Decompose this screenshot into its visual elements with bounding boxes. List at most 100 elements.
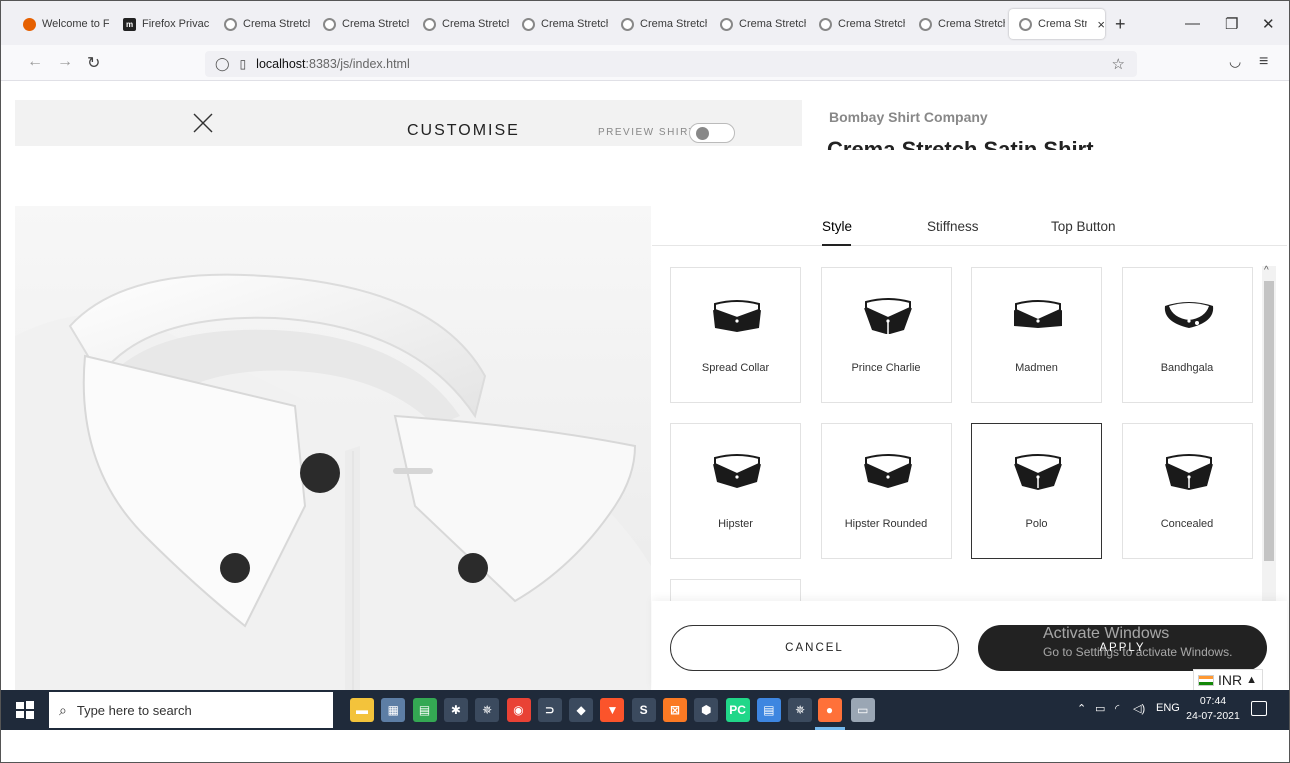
collar-option-label: Hipster Rounded [844,518,928,530]
product-title: Crema Stretch Satin Shirt [827,137,1094,150]
language-indicator[interactable]: ENG [1156,702,1180,714]
sheets-icon[interactable]: ▤ [412,698,437,722]
browser-tab-title: Crema Stretch [541,18,608,30]
new-tab-button[interactable]: + [1115,14,1126,35]
spider-web-icon[interactable]: ✵ [475,698,500,722]
browser-tabstrip: + — ❐ ✕ Welcome to Fi m Firefox Privacy Cre… [1,1,1289,45]
forward-icon[interactable]: → [57,53,73,71]
close-window-icon[interactable]: ✕ [1262,15,1275,33]
collar-option-label: Hipster [718,518,753,530]
scroll-up-icon[interactable]: ^ [1264,265,1269,276]
browser-tab[interactable]: Crema Stretch [611,9,707,39]
taskbar-clock[interactable]: 07:44 24-07-2021 [1186,694,1240,724]
taskbar-search-input[interactable]: ⌕ Type here to search [49,692,333,728]
globe-icon [919,17,932,31]
browser-tab-title: Crema Stretch [739,18,806,30]
restore-icon[interactable]: ❐ [1225,15,1238,33]
collar-option-partial[interactable] [670,579,801,603]
collar-concealed-icon [1164,454,1213,490]
pocket-icon[interactable]: ◡ [1229,53,1241,70]
collar-spread-icon [713,300,761,332]
browser-tab-title: Crema Stret [1038,18,1087,30]
notification-icon[interactable] [1251,701,1267,716]
volume-icon[interactable]: ◁) [1133,702,1145,715]
collar-hipster-icon [863,454,912,488]
collar-option-label: Madmen [1015,362,1058,374]
wifi-icon[interactable]: ◜ [1115,702,1119,715]
vscode-like-icon[interactable]: ⊃ [537,698,562,722]
pycharm-icon[interactable]: PC [725,698,750,722]
git-icon[interactable]: ◆ [569,698,594,722]
spider-app-icon[interactable]: ✵ [788,698,813,722]
calculator-icon[interactable]: ▦ [381,698,406,722]
brand-name: Bombay Shirt Company [829,109,988,125]
globe-icon [323,17,336,31]
m-icon: m [123,17,136,31]
clock-date: 24-07-2021 [1186,710,1240,722]
xampp-icon[interactable]: ⊠ [663,698,687,722]
globe-icon [621,17,634,31]
tab-top-button[interactable]: Top Button [1051,219,1116,234]
close-tab-icon[interactable]: × [1097,17,1105,32]
collar-option-spread-collar[interactable]: Spread Collar [670,267,801,403]
tab-style[interactable]: Style [822,219,852,234]
back-icon[interactable]: ← [27,53,43,71]
collar-option-prince-charlie[interactable]: Prince Charlie [820,267,952,403]
collar-option-concealed[interactable]: Concealed [1121,423,1253,559]
browser-tab-title: Crema Stretch [243,18,310,30]
reload-icon[interactable]: ↻ [87,53,100,73]
file-explorer-icon[interactable]: ▬ [350,698,374,722]
windows-start-icon[interactable] [15,700,35,720]
browser-tab-title: Crema Stretch [838,18,905,30]
browser-tab[interactable]: Welcome to Fi [13,9,109,39]
notepad-icon[interactable]: ▤ [756,698,781,722]
tray-chevron-icon[interactable]: ⌃ [1077,702,1086,715]
minimize-icon[interactable]: — [1185,15,1200,32]
active-app-indicator [814,727,845,730]
collar-option-bandhgala[interactable]: Bandhgala [1121,267,1253,403]
chrome-icon[interactable]: ◉ [506,698,531,722]
close-icon[interactable] [191,111,215,135]
sublime-icon[interactable]: S [631,698,656,722]
url-bar[interactable]: ◯ ▯ localhost:8383/js/index.html ☆ [205,51,1137,77]
browser-tab[interactable]: Crema Stretch [909,9,1005,39]
collar-option-polo[interactable]: Polo [971,423,1102,559]
spider-icon[interactable]: ✱ [443,698,468,722]
tab-stiffness[interactable]: Stiffness [927,219,979,234]
browser-tab[interactable]: Crema Stretch [214,9,310,39]
firefox-icon[interactable]: ● [817,698,842,722]
bookmark-star-icon[interactable]: ☆ [1112,55,1125,73]
collar-option-label: Concealed [1160,518,1214,530]
collar-polo-icon [1014,454,1062,490]
currency-selector[interactable]: INR ▲ [1193,669,1263,691]
browser-tab[interactable]: Crema Stretch [313,9,409,39]
search-placeholder: Type here to search [76,702,192,718]
firefox-icon [23,17,36,31]
photos-icon[interactable]: ▭ [850,698,875,722]
browser-tab[interactable]: Crema Stretch [512,9,608,39]
browser-tab[interactable]: Crema Stret × [1009,9,1105,39]
preview-shirt-toggle[interactable] [689,123,735,143]
scrollbar-thumb[interactable] [1264,281,1274,561]
collar-option-madmen[interactable]: Madmen [971,267,1102,403]
screen: + — ❐ ✕ Welcome to Fi m Firefox Privacy Cre… [0,0,1290,763]
browser-tab[interactable]: m Firefox Privacy [113,9,209,39]
virtualbox-icon[interactable]: ⬢ [694,698,719,722]
globe-icon [819,17,832,31]
cancel-button[interactable]: CANCEL [670,625,959,671]
browser-navbar: ← → ↻ ◯ ▯ localhost:8383/js/index.html ☆… [1,45,1289,81]
browser-tab[interactable]: Crema Stretch [710,9,806,39]
collar-option-hipster[interactable]: Hipster [670,423,801,559]
browser-tab[interactable]: Crema Stretch [809,9,905,39]
collar-option-hipster-rounded[interactable]: Hipster Rounded [820,423,952,559]
page-icon: ▯ [239,57,247,71]
apply-button[interactable]: APPLY [978,625,1267,671]
brave-icon[interactable]: ▼ [600,698,625,722]
browser-tab-title: Crema Stretch [442,18,509,30]
browser-tab[interactable]: Crema Stretch [413,9,509,39]
browser-tab-title: Crema Stretch [640,18,707,30]
menu-icon[interactable]: ≡ [1259,53,1268,71]
collar-option-label: Bandhgala [1160,362,1214,374]
battery-icon[interactable]: ▭ [1095,702,1105,715]
globe-icon [423,17,436,31]
